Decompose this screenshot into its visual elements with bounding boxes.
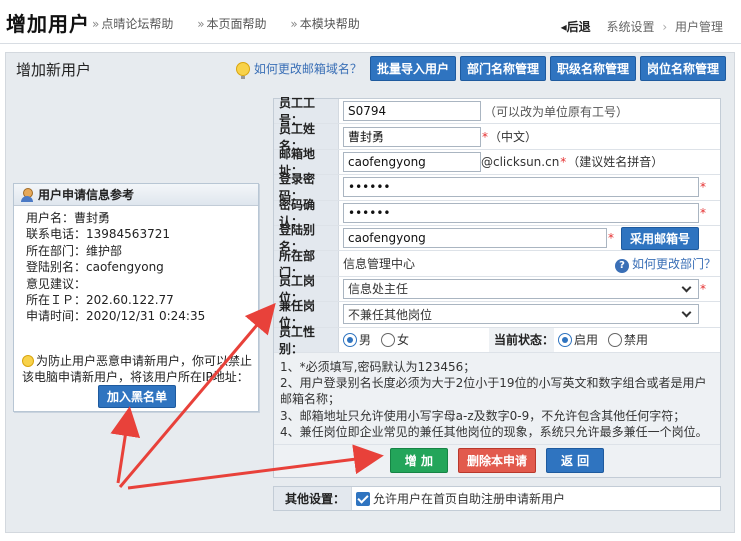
help-link-module[interactable]: » 本模块帮助 (290, 17, 369, 31)
page-title: 增加用户 (6, 12, 90, 36)
row-name: 员工姓名： * （中文） (274, 122, 720, 153)
note-line: 1、*必须填写,密码默认为123456； (280, 359, 476, 374)
name-input[interactable] (343, 126, 481, 147)
gender-female-radio[interactable]: 女 (381, 331, 409, 348)
note-line: 4、兼任岗位即企业常见的兼任其他岗位的现象，系统只允许最多兼任一个岗位。 (280, 424, 708, 439)
gender-male-radio[interactable]: 男 (343, 331, 371, 348)
status-enabled-radio[interactable]: 启用 (558, 331, 598, 348)
label-other-settings: 其他设置： (274, 487, 352, 510)
name-hint: （中文） (489, 130, 538, 145)
required-star: * (700, 281, 706, 296)
help-links: » 点晴论坛帮助 » 本页面帮助 » 本模块帮助 (92, 15, 380, 32)
label-status: 当前状态： (489, 327, 554, 352)
row-position: 员工岗位： 信息处主任 * (274, 274, 720, 305)
row-employee-id: 员工工号： （可以改为单位原有工号） (274, 96, 720, 127)
breadcrumb-item-settings[interactable]: 系统设置 (607, 20, 655, 34)
row-department: 所在部门： 信息管理中心 ? 如何更改部门？ (274, 249, 720, 280)
applicant-info-card: 用户申请信息参考 用户名：曹封勇 联系电话：13984563721 所在部门：维… (13, 183, 259, 412)
row-second-position: 兼任岗位： 不兼任其他岗位 (274, 299, 720, 330)
help-question-icon: ? (614, 258, 629, 273)
row-alias: 登陆别名： * 采用邮箱号 (274, 223, 720, 254)
help-link-forum[interactable]: » 点晴论坛帮助 (92, 17, 183, 31)
row-confirm: 密码确认： * (274, 198, 720, 229)
position-selected: 信息处主任 (348, 282, 409, 297)
info-card-body: 用户名：曹封勇 联系电话：13984563721 所在部门：维护部 登陆别名：c… (14, 206, 258, 329)
email-hint: （建议姓名拼音） (567, 155, 664, 170)
employee-id-input[interactable] (343, 101, 481, 122)
info-line-phone: 联系电话：13984563721 (26, 227, 170, 242)
department-manage-button[interactable]: 部门名称管理 (459, 56, 546, 81)
breadcrumb: ◂后退 系统设置 › 用户管理 (561, 18, 723, 35)
use-email-button[interactable]: 采用邮箱号 (621, 226, 700, 250)
breadcrumb-separator: › (662, 20, 668, 34)
toolbar: 如何更改邮箱域名？ 批量导入用户 部门名称管理 职级名称管理 岗位名称管理 (235, 56, 726, 81)
confirm-password-input[interactable] (343, 202, 699, 223)
info-line-suggestion: 意见建议： (26, 276, 87, 291)
rank-manage-button[interactable]: 职级名称管理 (549, 56, 636, 81)
note-line: 3、邮箱地址只允许使用小写字母a-z及数字0-9，不允许包含其他任何字符； (280, 408, 686, 423)
email-input[interactable] (343, 151, 481, 172)
lightbulb-icon (22, 355, 34, 367)
info-card-title: 用户申请信息参考 (38, 188, 135, 202)
row-email: 邮箱地址： @clicksun.cn * （建议姓名拼音） (274, 147, 720, 178)
help-link-page[interactable]: » 本页面帮助 (197, 17, 276, 31)
chevron-down-icon (681, 282, 692, 293)
user-icon (20, 187, 34, 202)
chevron-down-icon (681, 307, 692, 318)
status-disabled-radio[interactable]: 禁用 (608, 331, 648, 348)
form-notes: 1、*必须填写,密码默认为123456； 2、用户登录别名长度必须为大于2位小于… (274, 352, 720, 445)
password-input[interactable] (343, 177, 699, 198)
position-select[interactable]: 信息处主任 (343, 278, 699, 299)
department-value: 信息管理中心 (343, 257, 416, 272)
required-star: * (482, 129, 488, 144)
info-line-alias: 登陆别名：caofengyong (26, 260, 164, 275)
change-department-link[interactable]: ? 如何更改部门？ (614, 255, 716, 273)
required-star: * (700, 180, 706, 195)
row-gender-status: 员工性别： 男 女 当前状态： 启用 禁用 (274, 325, 720, 356)
info-line-department: 所在部门：维护部 (26, 243, 123, 258)
position-manage-button[interactable]: 岗位名称管理 (639, 56, 726, 81)
top-header: 增加用户 » 点晴论坛帮助 » 本页面帮助 » 本模块帮助 ◂后退 系统设置 › 用户… (0, 0, 741, 44)
batch-import-button[interactable]: 批量导入用户 (369, 56, 456, 81)
checkbox-checked-icon (356, 491, 370, 506)
second-position-selected: 不兼任其他岗位 (348, 307, 433, 322)
alias-input[interactable] (343, 228, 607, 249)
info-line-time: 申请时间：2020/12/31 0:24:35 (26, 309, 206, 324)
note-line: 2、用户登录别名长度必须为大于2位小于19位的小写英文和数字组合或者是用户邮箱名… (280, 376, 707, 407)
self-register-checkbox[interactable]: 允许用户在首页自助注册申请新用户 (352, 487, 720, 510)
lightbulb-icon (235, 61, 250, 79)
back-button[interactable]: 返 回 (546, 448, 605, 474)
back-link[interactable]: ◂后退 (561, 20, 591, 34)
user-form: 员工工号： （可以改为单位原有工号） 员工姓名： * （中文） 邮箱地址： @c… (273, 96, 721, 478)
delete-application-button[interactable]: 删除本申请 (457, 448, 536, 474)
other-settings: 其他设置： 允许用户在首页自助注册申请新用户 (273, 486, 721, 511)
blacklist-warning: 为防止用户恶意申请新用户，你可以禁止该电脑申请新用户，将该用户所在IP地址： (22, 354, 253, 384)
info-line-username: 用户名：曹封勇 (26, 211, 111, 225)
employee-id-hint: （可以改为单位原有工号） (484, 104, 629, 119)
add-blacklist-button[interactable]: 加入黑名单 (98, 385, 177, 408)
form-actions: 增 加 删除本申请 返 回 (274, 444, 720, 477)
breadcrumb-item-users[interactable]: 用户管理 (675, 20, 723, 34)
second-position-select[interactable]: 不兼任其他岗位 (343, 304, 699, 325)
add-button[interactable]: 增 加 (389, 448, 448, 474)
change-domain-link[interactable]: 如何更改邮箱域名？ (235, 60, 362, 79)
required-star: * (608, 231, 614, 246)
required-star: * (560, 154, 567, 169)
info-line-ip: 所在ＩＰ：202.60.122.77 (26, 293, 174, 308)
info-card-header: 用户申请信息参考 (14, 184, 258, 206)
email-domain: @clicksun.cn (481, 154, 560, 169)
panel-title: 增加新用户 (16, 61, 92, 79)
label-gender: 员工性别： (274, 325, 339, 356)
required-star: * (700, 205, 706, 220)
row-password: 登录密码： * (274, 172, 720, 203)
